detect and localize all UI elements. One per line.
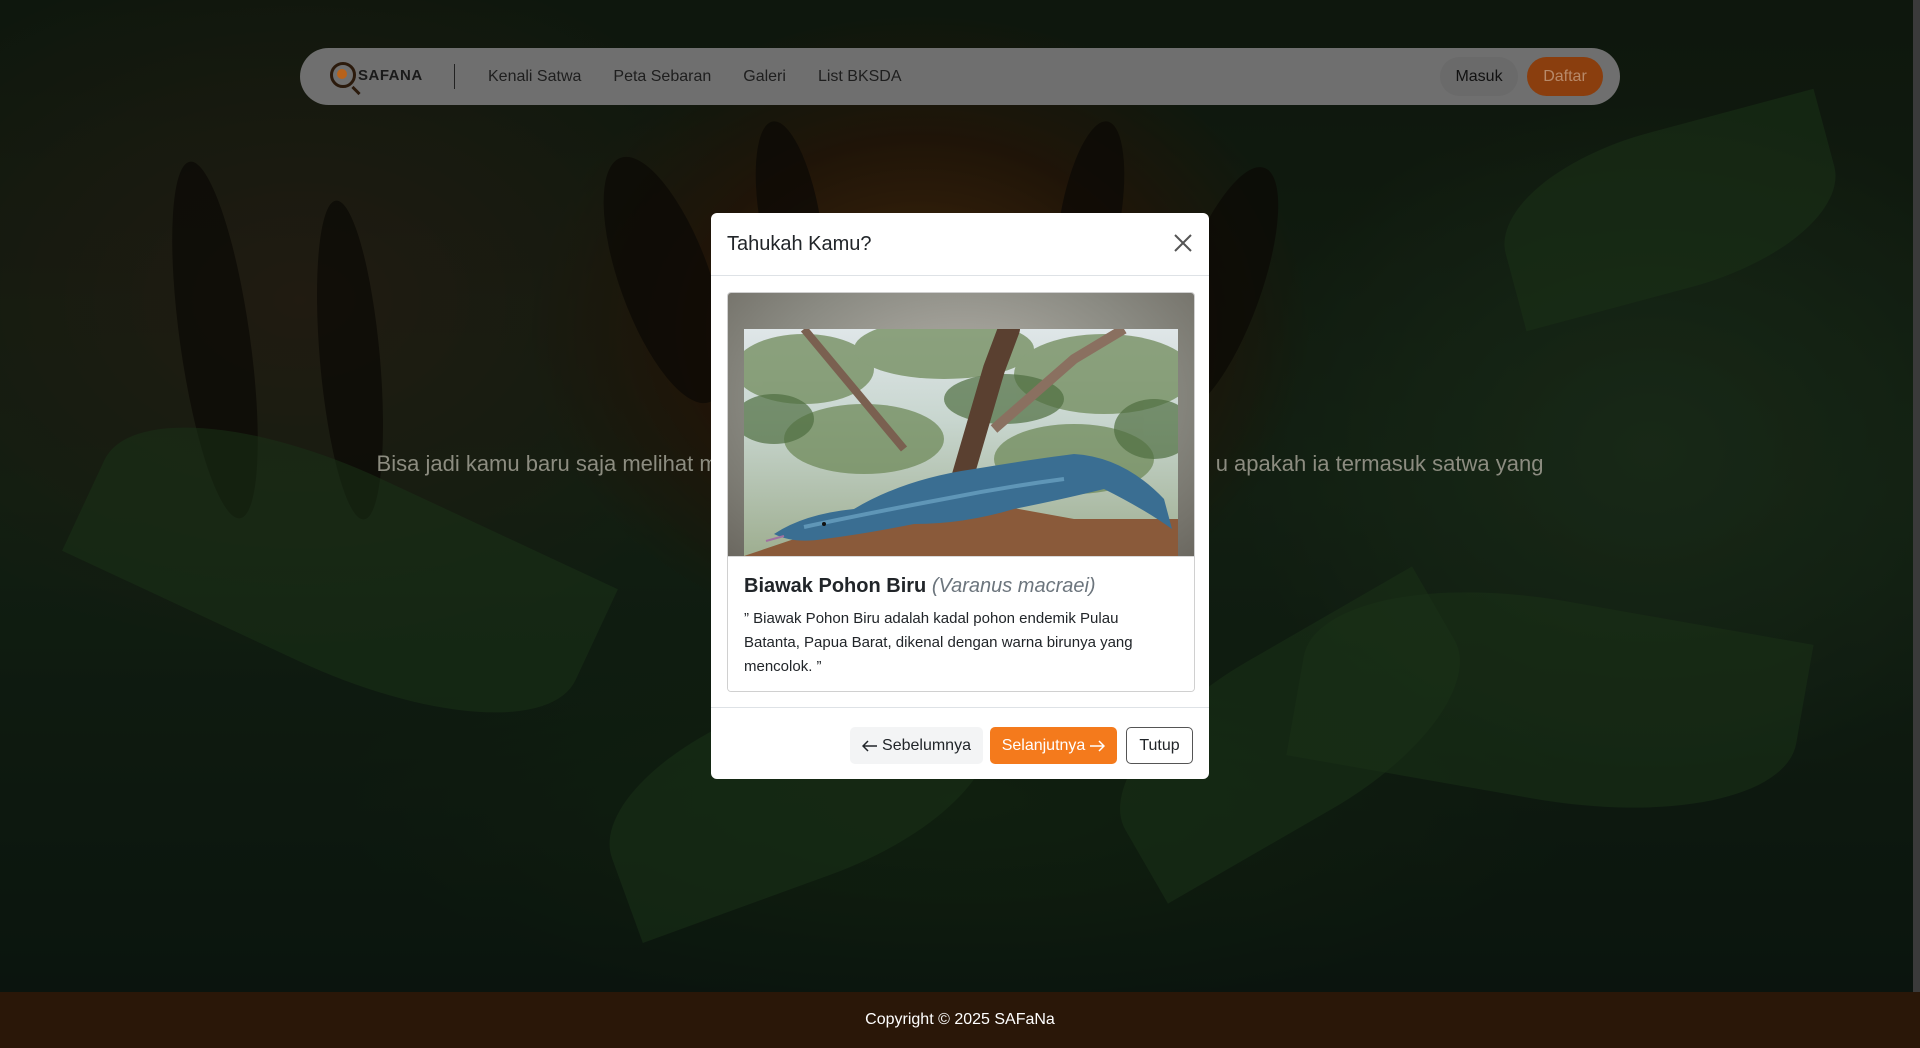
nav-link-list-bksda[interactable]: List BKSDA	[818, 68, 902, 86]
hero-text-right: u apakah ia termasuk satwa yang	[1215, 451, 1544, 476]
modal-header: Tahukah Kamu?	[711, 213, 1209, 276]
arrow-right-icon	[1090, 739, 1106, 752]
animal-image-frame	[728, 293, 1194, 556]
modal-footer: Sebelumnya Selanjutnya Tutup	[711, 707, 1209, 779]
close-icon[interactable]	[1171, 231, 1195, 255]
arrow-left-icon	[862, 739, 878, 752]
logo[interactable]: SAFANA	[330, 62, 423, 88]
next-label: Selanjutnya	[1001, 736, 1086, 754]
animal-title: Biawak Pohon Biru (Varanus macraei)	[744, 575, 1096, 598]
animal-card-body: Biawak Pohon Biru (Varanus macraei) ” Bi…	[728, 556, 1194, 691]
next-button[interactable]: Selanjutnya	[990, 727, 1117, 764]
footer: Copyright © 2025 SAFaNa	[0, 992, 1920, 1048]
previous-label: Sebelumnya	[882, 736, 971, 754]
animal-description: ” Biawak Pohon Biru adalah kadal pohon e…	[744, 610, 1133, 675]
register-button[interactable]: Daftar	[1527, 57, 1603, 96]
magnifier-logo-icon	[330, 62, 356, 88]
scrollbar[interactable]	[1913, 0, 1920, 992]
logo-text: SAFANA	[358, 66, 423, 84]
nav-links: Kenali Satwa Peta Sebaran Galeri List BK…	[488, 48, 902, 105]
animal-name: Biawak Pohon Biru	[744, 575, 927, 597]
nav-divider	[454, 64, 455, 89]
nav-link-peta-sebaran[interactable]: Peta Sebaran	[613, 68, 711, 86]
login-button[interactable]: Masuk	[1440, 57, 1518, 96]
previous-button[interactable]: Sebelumnya	[850, 727, 983, 764]
copyright-text: Copyright © 2025 SAFaNa	[865, 1011, 1055, 1028]
animal-scientific-name: (Varanus macraei)	[931, 575, 1096, 597]
modal-title: Tahukah Kamu?	[727, 233, 872, 255]
did-you-know-modal: Tahukah Kamu? Biawak Pohon Biru (Varanus…	[711, 213, 1209, 779]
animal-card: Biawak Pohon Biru (Varanus macraei) ” Bi…	[727, 292, 1195, 692]
nav-link-kenali-satwa[interactable]: Kenali Satwa	[488, 68, 581, 86]
navbar: SAFANA Kenali Satwa Peta Sebaran Galeri …	[300, 48, 1620, 105]
nav-link-galeri[interactable]: Galeri	[743, 68, 786, 86]
hero-text-left: Bisa jadi kamu baru saja melihat m	[376, 451, 718, 476]
animal-photo	[744, 329, 1178, 556]
close-button[interactable]: Tutup	[1126, 727, 1193, 764]
